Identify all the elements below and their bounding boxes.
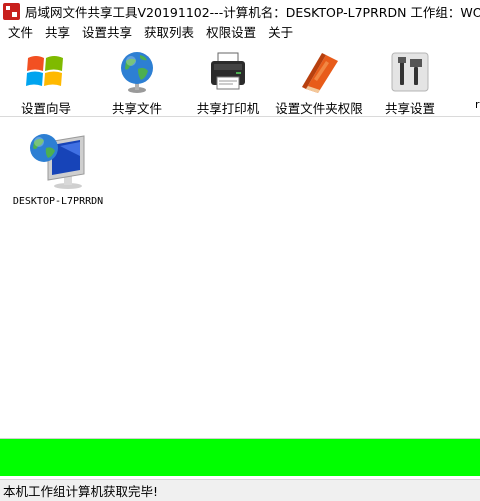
network-computer-icon (30, 134, 85, 189)
share-files-button[interactable]: 共享文件 (108, 45, 166, 117)
folder-book-icon (302, 53, 338, 93)
status-bar: 本机工作组计算机获取完毕! (0, 479, 480, 501)
progress-fill (0, 439, 480, 476)
folder-permissions-button[interactable]: 设置文件夹权限 (275, 45, 363, 117)
computer-item[interactable]: DESKTOP-L7PRRDN (8, 126, 108, 207)
menu-share[interactable]: 共享 (39, 23, 76, 43)
share-printer-button[interactable]: 共享打印机 (196, 45, 260, 117)
progress-bar (0, 438, 480, 476)
status-text: 本机工作组计算机获取完毕! (3, 484, 159, 499)
menu-set-share[interactable]: 设置共享 (76, 23, 138, 43)
app-logo-icon (3, 2, 20, 20)
menu-bar: 文件 共享 设置共享 获取列表 权限设置 关于 (0, 23, 480, 43)
windows-logo-icon (26, 56, 63, 86)
menu-permissions[interactable]: 权限设置 (200, 23, 262, 43)
toolbar: 设置向导 共享文件 共享打印机 设置文件夹权限 共享设置 r (0, 45, 480, 117)
folder-permissions-label: 设置文件夹权限 (275, 101, 363, 116)
computer-list-area[interactable]: DESKTOP-L7PRRDN (0, 118, 480, 436)
share-settings-label: 共享设置 (384, 101, 435, 116)
window-title: 局域网文件共享工具V20191102---计算机名：DESKTOP-L7PRRD… (25, 4, 480, 20)
menu-get-list[interactable]: 获取列表 (138, 23, 200, 43)
setup-wizard-button[interactable]: 设置向导 (16, 45, 76, 117)
share-files-label: 共享文件 (111, 101, 162, 116)
share-settings-button[interactable]: 共享设置 (384, 45, 436, 117)
share-printer-label: 共享打印机 (196, 101, 260, 116)
printer-icon (211, 52, 245, 90)
title-bar[interactable]: 局域网文件共享工具V20191102---计算机名：DESKTOP-L7PRRD… (0, 0, 480, 22)
globe-icon (121, 52, 153, 93)
computer-name: DESKTOP-L7PRRDN (12, 196, 104, 207)
menu-file[interactable]: 文件 (0, 23, 39, 43)
menu-about[interactable]: 关于 (262, 23, 299, 43)
setup-wizard-label: 设置向导 (20, 101, 71, 116)
tools-icon (391, 52, 429, 92)
toolbar-overflow-text: r (475, 98, 480, 111)
